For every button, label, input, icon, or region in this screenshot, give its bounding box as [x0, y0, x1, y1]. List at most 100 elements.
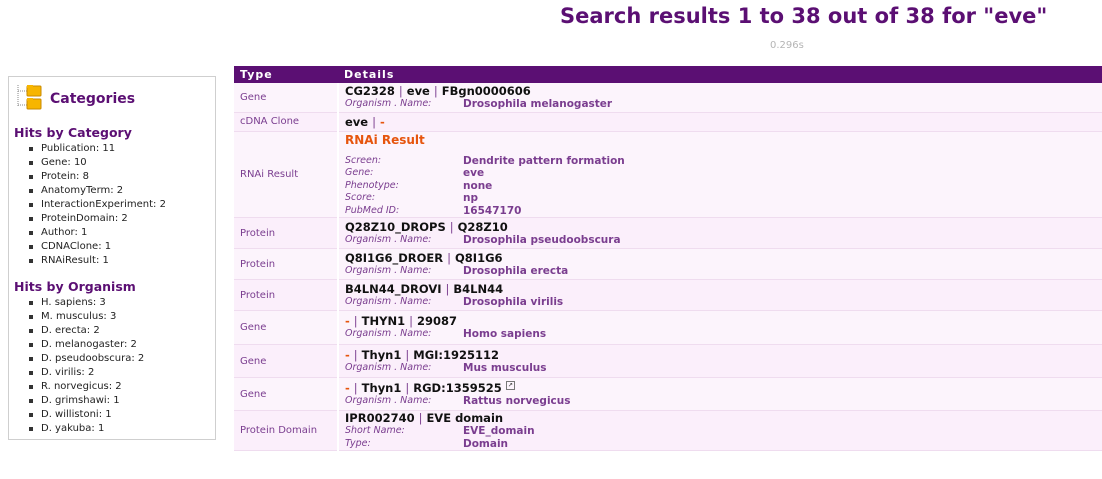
type-column-header: Type: [234, 66, 338, 83]
hits-by-category-list: Publication: 11 Gene: 10 Protein: 8 Anatomy…: [29, 142, 166, 268]
result-identifier-link[interactable]: EVE domain: [426, 411, 503, 425]
separator: |: [353, 380, 358, 395]
result-type[interactable]: Protein: [234, 279, 339, 311]
result-fields: Organism . Name: Homo sapiens: [345, 328, 1096, 341]
result-type[interactable]: Protein: [234, 248, 339, 280]
field-value-link[interactable]: none: [463, 180, 1096, 193]
result-type[interactable]: RNAi Result: [234, 131, 339, 218]
table-row: Gene - | THYN1 | 29087 Organism . Name: Homo sa…: [234, 310, 1102, 345]
organism-hit-item[interactable]: M. musculus: 3: [29, 310, 144, 324]
result-type[interactable]: Protein Domain: [234, 410, 339, 451]
result-fields: Screen: Dendrite pattern formation Gene: ev…: [345, 155, 1096, 218]
result-details: - | Thyn1 | RGD:1359525 ↗ Organism . Name: Ratt…: [338, 377, 1102, 411]
field-label: Organism . Name:: [345, 264, 432, 276]
categories-title: Categories: [50, 91, 136, 107]
field-value-link[interactable]: np: [463, 192, 1096, 205]
category-hit-item[interactable]: AnatomyTerm: 2: [29, 184, 166, 198]
result-identifier-link[interactable]: B4LN44: [453, 282, 503, 296]
result-identifier-link[interactable]: B4LN44_DROVI: [345, 282, 442, 296]
organism-hit-item[interactable]: D. pseudoobscura: 2: [29, 352, 144, 366]
field-value-link[interactable]: Dendrite pattern formation: [463, 155, 1096, 168]
result-identifier-link[interactable]: Q8I1G6: [455, 251, 503, 265]
category-hit-item[interactable]: ProteinDomain: 2: [29, 212, 166, 226]
category-hit-item[interactable]: InteractionExperiment: 2: [29, 198, 166, 212]
result-details: Q8I1G6_DROER | Q8I1G6 Organism . Name: Droso…: [338, 248, 1102, 280]
result-details: - | THYN1 | 29087 Organism . Name: Homo sapien…: [338, 310, 1102, 345]
result-identifier-link[interactable]: THYN1: [362, 314, 405, 328]
hits-by-organism-title: Hits by Organism: [14, 279, 136, 294]
result-identifier-link[interactable]: Q8I1G6_DROER: [345, 251, 443, 265]
field-value-link[interactable]: EVE_domain: [463, 425, 1096, 438]
separator: |: [353, 347, 358, 362]
result-details: Q28Z10_DROPS | Q28Z10 Organism . Name: Droso…: [338, 217, 1102, 249]
result-identifier-link[interactable]: Thyn1: [362, 381, 402, 395]
organism-hit-item[interactable]: D. melanogaster: 2: [29, 338, 144, 352]
field-label: Organism . Name:: [345, 394, 432, 406]
separator: |: [353, 314, 358, 329]
result-type[interactable]: Gene: [234, 83, 339, 113]
result-fields: Organism . Name: Drosophila pseudoobscura: [345, 234, 1096, 247]
separator: |: [405, 347, 410, 362]
result-identifiers: IPR002740 | EVE domain: [345, 411, 1096, 425]
organism-hit-item[interactable]: D. grimshawi: 1: [29, 394, 144, 408]
field-label: Organism . Name:: [345, 98, 432, 109]
field-value-link[interactable]: Drosophila pseudoobscura: [463, 234, 1096, 247]
field-value-link[interactable]: eve: [463, 167, 1096, 180]
category-hit-item[interactable]: CDNAClone: 1: [29, 240, 166, 254]
result-type[interactable]: Gene: [234, 344, 339, 378]
result-identifier-link[interactable]: Q28Z10_DROPS: [345, 220, 446, 234]
table-row: Protein Q8I1G6_DROER | Q8I1G6 Organism . Nam…: [234, 248, 1102, 280]
result-identifier-link[interactable]: eve: [407, 84, 430, 98]
result-heading-link[interactable]: RNAi Result: [345, 132, 1096, 148]
organism-hit-item[interactable]: H. sapiens: 3: [29, 296, 144, 310]
result-identifier-link[interactable]: RGD:1359525: [413, 381, 501, 395]
category-hit-item[interactable]: Author: 1: [29, 226, 166, 240]
organism-hit-item[interactable]: R. norvegicus: 2: [29, 380, 144, 394]
field-value-link[interactable]: Mus musculus: [463, 362, 1096, 375]
field-value-link[interactable]: Homo sapiens: [463, 328, 1096, 341]
table-row: RNAi Result RNAi Result Screen: Dendrite pa…: [234, 131, 1102, 218]
field-value-link[interactable]: Drosophila melanogaster: [463, 98, 1096, 111]
category-hit-item[interactable]: Publication: 11: [29, 142, 166, 156]
result-identifiers: - | THYN1 | 29087: [345, 314, 1096, 328]
field-value-link[interactable]: Drosophila erecta: [463, 265, 1096, 278]
result-identifier-link[interactable]: -: [380, 115, 385, 129]
field-value-link[interactable]: Rattus norvegicus: [463, 395, 1096, 408]
result-type[interactable]: Protein: [234, 217, 339, 249]
table-row: Gene CG2328 | eve | FBgn0000606 Organism . Nam…: [234, 83, 1102, 113]
result-identifier-link[interactable]: 29087: [417, 314, 457, 328]
organism-hit-item[interactable]: D. willistoni: 1: [29, 408, 144, 422]
organism-hit-item[interactable]: D. virilis: 2: [29, 366, 144, 380]
table-row: Protein B4LN44_DROVI | B4LN44 Organism . Nam…: [234, 279, 1102, 311]
result-type[interactable]: cDNA Clone: [234, 112, 339, 132]
organism-hit-item[interactable]: D. erecta: 2: [29, 324, 144, 338]
result-identifier-link[interactable]: MGI:1925112: [413, 348, 499, 362]
result-fields: Organism . Name: Drosophila virilis: [345, 296, 1096, 309]
field-label: Score:: [345, 192, 376, 203]
field-value-link[interactable]: 16547170: [463, 205, 1096, 218]
result-type[interactable]: Gene: [234, 377, 339, 411]
result-type[interactable]: Gene: [234, 310, 339, 345]
category-hit-item[interactable]: Gene: 10: [29, 156, 166, 170]
folder-tree-icon: [17, 85, 42, 110]
separator: |: [372, 114, 376, 129]
result-identifiers: eve | -: [345, 115, 1096, 129]
field-label: Gene:: [345, 167, 374, 178]
external-link-icon[interactable]: ↗: [505, 380, 515, 390]
category-hit-item[interactable]: RNAiResult: 1: [29, 254, 166, 268]
result-identifier-link[interactable]: eve: [345, 115, 368, 129]
result-identifiers: - | Thyn1 | RGD:1359525 ↗: [345, 380, 1096, 395]
field-label: PubMed ID:: [345, 204, 400, 216]
organism-hit-item[interactable]: D. yakuba: 1: [29, 422, 144, 436]
result-fields: Organism . Name: Rattus norvegicus: [345, 395, 1096, 408]
result-details: RNAi Result Screen: Dendrite pattern forma…: [338, 131, 1102, 218]
result-identifier-link[interactable]: FBgn0000606: [442, 84, 531, 98]
result-identifier-link[interactable]: Thyn1: [362, 348, 402, 362]
result-identifier-link[interactable]: CG2328: [345, 84, 395, 98]
category-hit-item[interactable]: Protein: 8: [29, 170, 166, 184]
field-value-link[interactable]: Drosophila virilis: [463, 296, 1096, 309]
result-details: eve | -: [338, 112, 1102, 132]
result-identifier-link[interactable]: Q28Z10: [458, 220, 508, 234]
result-identifier-link[interactable]: IPR002740: [345, 411, 415, 425]
field-value-link[interactable]: Domain: [463, 438, 1096, 451]
